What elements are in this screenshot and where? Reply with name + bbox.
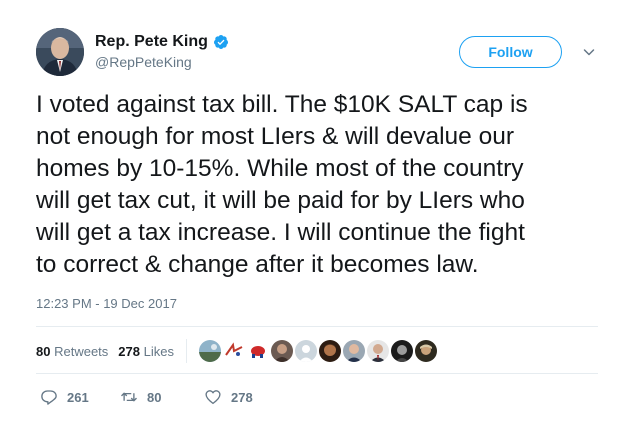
retweet-count: 80 xyxy=(147,389,162,405)
tweet-text: I voted against tax bill. The $10K SALT … xyxy=(36,91,528,278)
likes-label: Likes xyxy=(143,343,174,359)
retweet-icon xyxy=(121,392,137,402)
reply-button[interactable]: 261 xyxy=(40,388,120,406)
liker-avatar[interactable] xyxy=(246,340,269,362)
liker-avatar[interactable] xyxy=(222,340,245,362)
liker-avatar[interactable] xyxy=(198,340,221,362)
tweet-actions: 261 80 278 xyxy=(40,388,253,406)
retweets-count: 80 xyxy=(36,343,51,359)
liker-avatar[interactable] xyxy=(366,340,389,362)
verified-badge-icon xyxy=(213,35,228,49)
author-handle[interactable]: @RepPeteKing xyxy=(95,53,229,71)
tweet-stats: 80 Retweets 278 Likes xyxy=(36,339,439,363)
author-name[interactable]: Rep. Pete King xyxy=(95,32,208,52)
tweet-card: Rep. Pete King @RepPeteKing Follow I vot… xyxy=(0,0,635,422)
like-count: 278 xyxy=(231,389,253,405)
tweet-timestamp[interactable]: 12:23 PM - 19 Dec 2017 xyxy=(36,296,177,311)
reply-icon xyxy=(41,390,57,405)
author-avatar[interactable] xyxy=(36,28,84,76)
reply-count: 261 xyxy=(67,389,89,405)
liker-avatar[interactable] xyxy=(414,340,437,362)
chevron-down-icon[interactable] xyxy=(581,44,597,60)
likes-count: 278 xyxy=(118,343,140,359)
retweets-label: Retweets xyxy=(54,343,109,359)
liker-avatar[interactable] xyxy=(390,340,413,362)
heart-icon xyxy=(205,390,221,405)
follow-button[interactable]: Follow xyxy=(459,36,562,68)
liker-avatar[interactable] xyxy=(270,340,293,362)
like-button[interactable]: 278 xyxy=(204,388,253,406)
divider xyxy=(36,326,598,327)
retweets-stat[interactable]: 80 Retweets xyxy=(36,344,108,359)
author-block: Rep. Pete King @RepPeteKing xyxy=(95,32,229,71)
liker-avatar[interactable] xyxy=(318,340,341,362)
retweet-button[interactable]: 80 xyxy=(120,388,204,406)
likes-stat[interactable]: 278 Likes xyxy=(118,344,174,359)
liker-avatar[interactable] xyxy=(294,340,317,362)
liker-avatar[interactable] xyxy=(342,340,365,362)
liker-avatars xyxy=(198,340,439,362)
stats-separator xyxy=(185,339,187,363)
divider xyxy=(36,373,598,374)
